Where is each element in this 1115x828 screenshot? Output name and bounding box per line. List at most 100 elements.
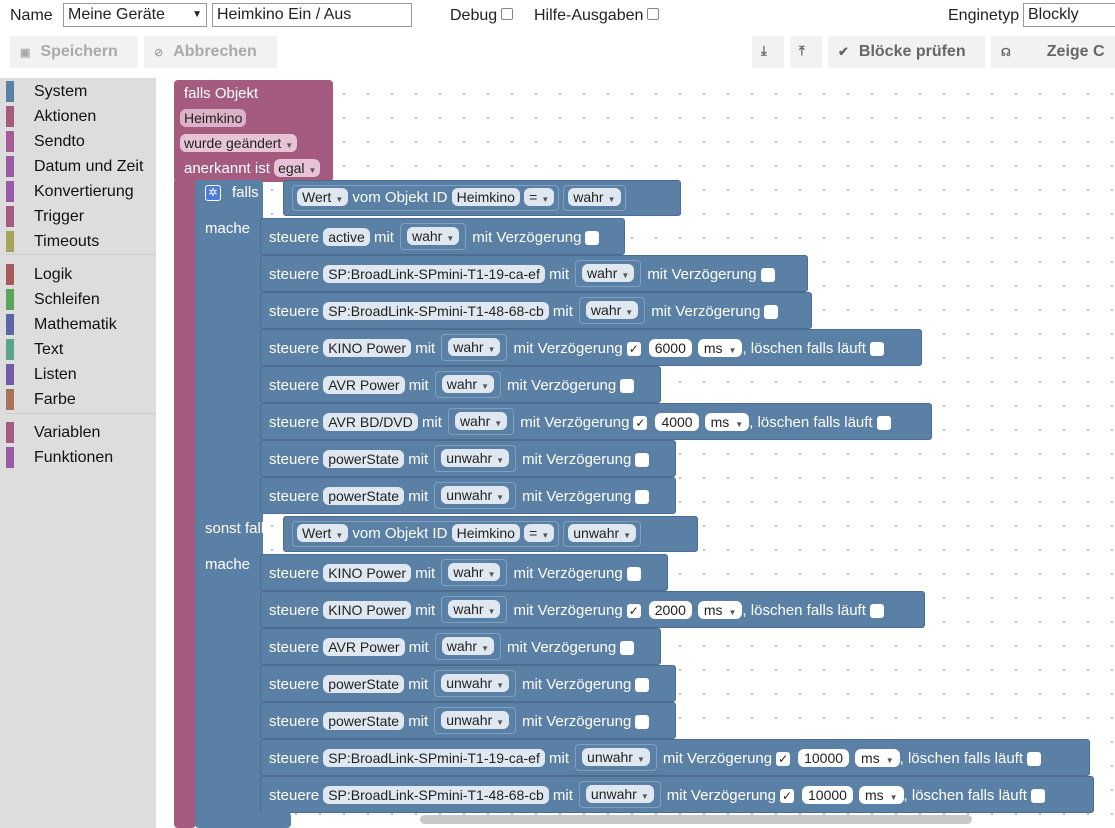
value-dropdown[interactable]: unwahr ▼ <box>441 711 510 729</box>
object-id-field[interactable]: powerState <box>323 487 405 505</box>
delay-checkbox[interactable] <box>620 641 635 656</box>
check-blocks-button[interactable]: ✔ Blöcke prüfen <box>828 36 985 68</box>
delay-checkbox[interactable]: ✓ <box>626 604 641 619</box>
sidebar-category-listen[interactable]: Listen <box>6 364 156 385</box>
enginetype-select[interactable]: Blockly <box>1023 3 1115 27</box>
delay-checkbox[interactable] <box>626 567 641 582</box>
delay-checkbox[interactable] <box>760 268 775 283</box>
control-block[interactable]: steuere KINO Power mit wahr ▼ mit Verzögeru… <box>260 591 925 628</box>
object-id-field[interactable]: KINO Power <box>323 601 412 619</box>
value-dropdown[interactable]: unwahr ▼ <box>585 785 654 803</box>
clear-running-checkbox[interactable] <box>869 604 884 619</box>
trigger-object-field[interactable]: Heimkino <box>180 109 247 127</box>
delay-checkbox[interactable]: ✓ <box>626 342 641 357</box>
value-dropdown[interactable]: wahr ▼ <box>441 375 494 393</box>
sidebar-category-funktionen[interactable]: Funktionen <box>6 447 156 468</box>
control-block[interactable]: steuere powerState mit unwahr ▼ mit Verzöge… <box>260 665 676 702</box>
unit-dropdown[interactable]: ms ▼ <box>697 339 743 357</box>
value-dropdown[interactable]: wahr ▼ <box>406 227 460 245</box>
delay-checkbox[interactable]: ✓ <box>776 752 791 767</box>
cond1-prop-dropdown[interactable]: Wert ▼ <box>297 188 349 206</box>
delay-value-field[interactable]: 2000 <box>648 601 692 619</box>
value-dropdown[interactable]: wahr ▼ <box>582 264 635 282</box>
script-name-input[interactable]: Heimkino Ein / Aus <box>212 3 412 27</box>
unit-dropdown[interactable]: ms ▼ <box>697 601 743 619</box>
value-dropdown[interactable]: wahr ▼ <box>441 637 494 655</box>
object-id-field[interactable]: AVR Power <box>323 376 405 394</box>
cancel-button[interactable]: ⊘ Abbrechen <box>144 36 277 68</box>
control-block[interactable]: steuere powerState mit unwahr ▼ mit Verzöge… <box>260 702 676 739</box>
gear-icon[interactable]: ✲ <box>205 185 221 201</box>
if-block[interactable] <box>195 180 263 825</box>
delay-value-field[interactable]: 10000 <box>802 786 853 804</box>
object-id-field[interactable]: powerState <box>323 712 405 730</box>
cond2-prop-dropdown[interactable]: Wert ▼ <box>297 524 349 542</box>
ack-dropdown[interactable]: egal ▼ <box>274 159 321 177</box>
delay-checkbox[interactable] <box>635 490 650 505</box>
control-block[interactable]: steuere SP:BroadLink-SPmini-T1-48-68-cb … <box>260 776 1094 813</box>
help-checkbox[interactable] <box>647 8 659 20</box>
cond1-value-dropdown[interactable]: wahr ▼ <box>568 188 621 206</box>
sidebar-category-farbe[interactable]: Farbe <box>6 389 156 410</box>
sidebar-category-sendto[interactable]: Sendto <box>6 131 156 152</box>
object-id-field[interactable]: KINO Power <box>323 564 412 582</box>
cond2-value-dropdown[interactable]: unwahr ▼ <box>568 524 637 542</box>
cond1-object-field[interactable]: Heimkino <box>451 188 520 206</box>
clear-running-checkbox[interactable] <box>1027 752 1042 767</box>
control-block[interactable]: steuere SP:BroadLink-SPmini-T1-48-68-cb … <box>260 292 812 329</box>
delay-checkbox[interactable] <box>635 453 650 468</box>
control-block[interactable]: steuere powerState mit unwahr ▼ mit Verzöge… <box>260 477 676 514</box>
debug-checkbox[interactable] <box>501 8 513 20</box>
show-code-button[interactable]: ☊ Zeige C <box>991 36 1115 68</box>
value-dropdown[interactable]: wahr ▼ <box>448 600 501 618</box>
object-id-field[interactable]: SP:BroadLink-SPmini-T1-48-68-cb <box>323 786 549 804</box>
value-dropdown[interactable]: wahr ▼ <box>454 412 508 430</box>
sidebar-category-system[interactable]: System <box>6 81 156 102</box>
export-button[interactable]: ⤓ <box>752 36 784 68</box>
delay-value-field[interactable]: 4000 <box>655 413 699 431</box>
value-dropdown[interactable]: unwahr ▼ <box>441 674 510 692</box>
sidebar-category-variablen[interactable]: Variablen <box>6 422 156 443</box>
sidebar-category-text[interactable]: Text <box>6 339 156 360</box>
sidebar-category-datum-und-zeit[interactable]: Datum und Zeit <box>6 156 156 177</box>
condition-block-2[interactable]: Wert ▼ vom Objekt ID Heimkino = ▼ unwahr ▼ <box>283 516 698 552</box>
group-select[interactable]: Meine Geräte ▼ <box>63 3 207 27</box>
delay-checkbox[interactable]: ✓ <box>780 789 794 804</box>
delay-checkbox[interactable]: ✓ <box>633 416 648 431</box>
unit-dropdown[interactable]: ms ▼ <box>855 749 900 767</box>
cond1-operator-dropdown[interactable]: = ▼ <box>524 188 555 206</box>
trigger-block[interactable]: falls Objekt Heimkino wurde geändert ▼ an… <box>174 80 333 182</box>
delay-checkbox[interactable] <box>764 305 779 320</box>
delay-value-field[interactable]: 10000 <box>798 749 850 767</box>
object-id-field[interactable]: SP:BroadLink-SPmini-T1-19-ca-ef <box>323 265 545 283</box>
control-block[interactable]: steuere SP:BroadLink-SPmini-T1-19-ca-ef … <box>260 739 1090 776</box>
object-id-field[interactable]: SP:BroadLink-SPmini-T1-48-68-cb <box>323 302 549 320</box>
cond2-object-field[interactable]: Heimkino <box>451 524 520 542</box>
control-block[interactable]: steuere KINO Power mit wahr ▼ mit Verzögeru… <box>260 329 922 366</box>
delay-checkbox[interactable] <box>620 379 635 394</box>
value-dropdown[interactable]: wahr ▼ <box>448 563 501 581</box>
clear-running-checkbox[interactable] <box>876 416 891 431</box>
sidebar-category-mathematik[interactable]: Mathematik <box>6 314 156 335</box>
control-block[interactable]: steuere AVR Power mit wahr ▼ mit Verzögerun… <box>260 628 661 665</box>
value-dropdown[interactable]: unwahr ▼ <box>582 748 650 766</box>
clear-running-checkbox[interactable] <box>869 342 884 357</box>
object-id-field[interactable]: KINO Power <box>323 339 412 357</box>
clear-running-checkbox[interactable] <box>1030 789 1045 804</box>
object-id-field[interactable]: powerState <box>323 450 405 468</box>
control-block[interactable]: steuere active mit wahr ▼ mit Verzögerung <box>260 218 625 255</box>
control-block[interactable]: steuere SP:BroadLink-SPmini-T1-19-ca-ef … <box>260 255 808 292</box>
control-block[interactable]: steuere AVR Power mit wahr ▼ mit Verzögerun… <box>260 366 661 403</box>
sidebar-category-trigger[interactable]: Trigger <box>6 206 156 227</box>
value-dropdown[interactable]: wahr ▼ <box>585 301 639 319</box>
sidebar-category-logik[interactable]: Logik <box>6 264 156 285</box>
sidebar-category-schleifen[interactable]: Schleifen <box>6 289 156 310</box>
control-block[interactable]: steuere AVR BD/DVD mit wahr ▼ mit Verzögeru… <box>260 403 932 440</box>
sidebar-category-aktionen[interactable]: Aktionen <box>6 106 156 127</box>
object-id-field[interactable]: AVR BD/DVD <box>323 413 418 431</box>
value-dropdown[interactable]: unwahr ▼ <box>441 449 510 467</box>
horizontal-scrollbar[interactable] <box>420 815 972 824</box>
object-id-field[interactable]: active <box>323 228 370 246</box>
sidebar-category-timeouts[interactable]: Timeouts <box>6 231 156 252</box>
delay-checkbox[interactable] <box>635 715 650 730</box>
